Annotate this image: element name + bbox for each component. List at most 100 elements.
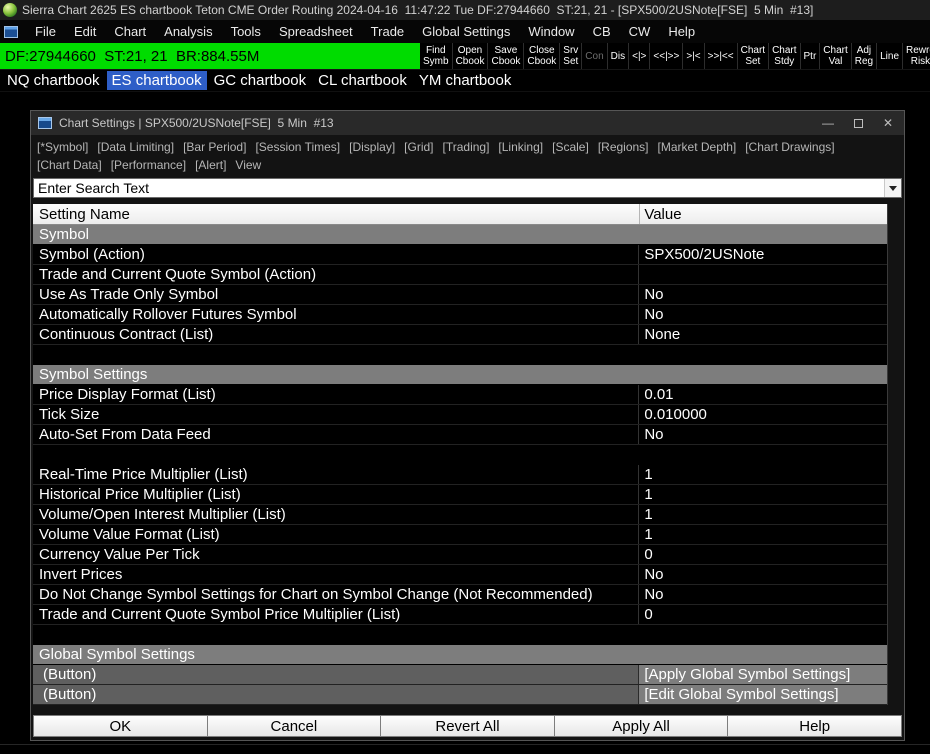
setting-value[interactable]: 1 [639,485,887,504]
setting-value[interactable]: None [639,325,887,344]
setting-value[interactable]: No [639,585,887,604]
line-tool-button[interactable]: Line [877,43,904,69]
chart-studies-button[interactable]: Chart Stdy [769,43,801,69]
apply-global-symbol-settings-button[interactable]: [Apply Global Symbol Settings] [639,665,887,684]
tab-nq-chartbook[interactable]: NQ chartbook [2,71,105,90]
narrow-bar-spacing-button[interactable]: >|< [683,43,705,69]
setting-value[interactable]: 0 [639,605,887,624]
setting-value[interactable]: No [639,305,887,324]
minimize-icon[interactable]: — [818,114,838,132]
dtab-bar-period[interactable]: [Bar Period] [183,139,246,155]
setting-row[interactable]: Historical Price Multiplier (List) 1 [33,485,887,505]
dtab-scale[interactable]: [Scale] [552,139,589,155]
setting-value[interactable]: No [639,285,887,304]
setting-value[interactable]: SPX500/2USNote [639,245,887,264]
menu-trade[interactable]: Trade [362,22,413,41]
dtab-alert[interactable]: [Alert] [195,157,226,173]
menu-window[interactable]: Window [519,22,583,41]
setting-row[interactable]: Symbol (Action) SPX500/2USNote [33,245,887,265]
reward-risk-tool-button[interactable]: RewrdRisk [903,43,930,69]
setting-row[interactable]: Trade and Current Quote Symbol Price Mul… [33,605,887,625]
help-button[interactable]: Help [727,715,902,737]
setting-button-row[interactable]: (Button) [Edit Global Symbol Settings] [33,685,887,705]
setting-row[interactable]: Trade and Current Quote Symbol (Action) [33,265,887,285]
dtab-performance[interactable]: [Performance] [111,157,186,173]
combo-dropdown-button[interactable] [884,179,901,197]
close-chartbook-button[interactable]: Close Cbook [524,43,561,69]
dtab-trading[interactable]: [Trading] [443,139,490,155]
connect-button[interactable]: Con [582,43,608,69]
dtab-grid[interactable]: [Grid] [404,139,433,155]
setting-value[interactable]: 1 [639,505,887,524]
dtab-display[interactable]: [Display] [349,139,395,155]
menu-cb[interactable]: CB [584,22,620,41]
ok-button[interactable]: OK [33,715,208,737]
apply-all-button[interactable]: Apply All [553,715,729,737]
revert-all-button[interactable]: Revert All [380,715,555,737]
search-combo[interactable]: Enter Search Text [33,178,902,198]
setting-value[interactable]: 1 [639,525,887,544]
label: Set [745,56,761,67]
dtab-regions[interactable]: [Regions] [598,139,649,155]
dtab-chart-drawings[interactable]: [Chart Drawings] [745,139,834,155]
tab-es-chartbook[interactable]: ES chartbook [106,71,207,90]
setting-value[interactable]: No [639,565,887,584]
dtab-linking[interactable]: [Linking] [498,139,543,155]
menu-edit[interactable]: Edit [65,22,105,41]
menu-file[interactable]: File [26,22,65,41]
adjust-region-button[interactable]: Adj Reg [852,43,878,69]
setting-row[interactable]: Auto-Set From Data Feed No [33,425,887,445]
setting-value[interactable]: 0 [639,545,887,564]
dtab-data-limiting[interactable]: [Data Limiting] [97,139,174,155]
dtab-view[interactable]: View [235,157,261,173]
setting-button-row[interactable]: (Button) [Apply Global Symbol Settings] [33,665,887,685]
setting-row[interactable]: Volume Value Format (List) 1 [33,525,887,545]
setting-row[interactable]: Use As Trade Only Symbol No [33,285,887,305]
tab-gc-chartbook[interactable]: GC chartbook [209,71,312,90]
pointer-tool-button[interactable]: Ptr [801,43,821,69]
tab-cl-chartbook[interactable]: CL chartbook [313,71,412,90]
menu-analysis[interactable]: Analysis [155,22,221,41]
setting-row[interactable]: Continuous Contract (List) None [33,325,887,345]
chart-settings-button[interactable]: Chart Set [738,43,770,69]
cancel-button[interactable]: Cancel [206,715,382,737]
menu-cw[interactable]: CW [620,22,660,41]
dtab-chart-data[interactable]: [Chart Data] [37,157,102,173]
setting-value[interactable] [639,265,887,284]
setting-row[interactable]: Tick Size 0.010000 [33,405,887,425]
chart-values-button[interactable]: Chart Val [820,43,852,69]
setting-value[interactable]: 1 [639,465,887,484]
setting-value[interactable]: 0.01 [639,385,887,404]
setting-row[interactable]: Volume/Open Interest Multiplier (List) 1 [33,505,887,525]
server-settings-button[interactable]: Srv Set [560,43,583,69]
maximize-icon[interactable] [848,114,868,132]
setting-value[interactable]: No [639,425,887,444]
setting-row[interactable]: Invert Prices No [33,565,887,585]
dialog-titlebar[interactable]: Chart Settings | SPX500/2USNote[FSE] 5 M… [31,111,904,135]
dtab-session-times[interactable]: [Session Times] [255,139,340,155]
tab-ym-chartbook[interactable]: YM chartbook [414,71,517,90]
setting-row[interactable]: Price Display Format (List) 0.01 [33,385,887,405]
menu-help[interactable]: Help [659,22,704,41]
setting-row[interactable]: Real-Time Price Multiplier (List) 1 [33,465,887,485]
find-symbol-button[interactable]: Find Symb [420,43,453,69]
narrow-bar-spacing-fast-button[interactable]: >>|<< [705,43,738,69]
setting-value[interactable]: 0.010000 [639,405,887,424]
dtab-market-depth[interactable]: [Market Depth] [658,139,737,155]
close-icon[interactable]: ✕ [878,114,898,132]
widen-bar-spacing-fast-button[interactable]: <<|>> [650,43,684,69]
setting-row[interactable]: Do Not Change Symbol Settings for Chart … [33,585,887,605]
menu-global-settings[interactable]: Global Settings [413,22,519,41]
disconnect-button[interactable]: Dis [608,43,630,69]
dtab-symbol[interactable]: [*Symbol] [37,139,88,155]
search-input[interactable]: Enter Search Text [34,179,884,197]
setting-row[interactable]: Currency Value Per Tick 0 [33,545,887,565]
setting-row[interactable]: Automatically Rollover Futures Symbol No [33,305,887,325]
widen-bar-spacing-button[interactable]: <|> [629,43,651,69]
edit-global-symbol-settings-button[interactable]: [Edit Global Symbol Settings] [639,685,887,704]
menu-spreadsheet[interactable]: Spreadsheet [270,22,362,41]
open-chartbook-button[interactable]: Open Cbook [453,43,489,69]
save-chartbook-button[interactable]: Save Cbook [488,43,525,69]
menu-tools[interactable]: Tools [222,22,270,41]
menu-chart[interactable]: Chart [105,22,155,41]
